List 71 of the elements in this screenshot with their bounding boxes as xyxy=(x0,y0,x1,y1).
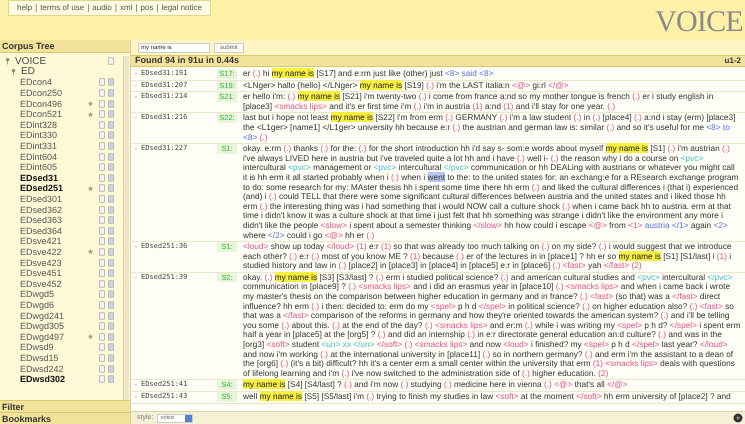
collapse-toggle[interactable]: - xyxy=(131,144,141,154)
utterance-text: my name is [S4] [S4/last] ? (.) and i'm now (.) studying (.) medicine here in vienna (.) <@> that's all </@> xyxy=(243,380,628,390)
expander-icon[interactable] xyxy=(4,57,11,66)
nav-link[interactable]: legal notice xyxy=(161,2,202,14)
nav-link[interactable]: help xyxy=(17,2,32,14)
utterance-text: okay. (.) my name is [S3] [S3/last] ? (.) erm i studied political science? (.) and american cultural studies and <pvc> intercultural </pvc> communication in [place9] ? (.) <smacks lips> and i did an erasmus year in [place10] (.) <smacks lips> and when i came back i wrote my master's thesis on the comparison between higher education in germany and in france? (.) <fast> (so that) was a </fast> direct influence? hh erm (.) i then: decided to: erm do my <spel> p h d </spel> in political science? (.) on higher education also? (.) <fast> so that was a </fast> comparison of the reforms in germany and how they're oriented towards the american system? (.) and i'll be telling you some (.) about this. (.) at the end of the day? (.) <smacks lips> and er:m (.) while i was writing my <spel> p h d? </spel> i spent erm half a year in [place5] at the [org5] ? (.) and did an internship (.) in e:r directorate general education an:d culture? (.) and was in the [org3] <soft> student <un> xx </un> </soft> (.) <smacks lips> and now <loud> i finished? my <spel> p h d </spel> last year? </loud> and now i'm working (.) at the international university in [place11] (.) so in northern germany? (.) and erm i'm the assistant to a dean of the [org6] (.) (it's a bit) difficult? hh it's a center erm a small center within the university that erm (1) <smacks lips> deals with questions of lifelong learning and i'm (.) i've now switched to the administration side of (.) higher education. (2) xyxy=(243,272,742,378)
tree-item[interactable]: EDint328 xyxy=(16,120,85,130)
tree-item[interactable]: EDcon521 xyxy=(16,109,85,120)
tree-item[interactable]: EDwgd305 xyxy=(16,321,85,332)
tree-item[interactable]: EDint604 xyxy=(16,152,85,162)
results-summary: Found 94 in 91u in 0.44s xyxy=(135,54,240,68)
collapse-toggle[interactable]: - xyxy=(131,380,141,390)
panel-header[interactable]: Filter xyxy=(0,400,130,412)
separator: | xyxy=(156,2,158,14)
tree-item[interactable]: EDwsd15 xyxy=(16,352,85,363)
tree-item[interactable]: EDsve422 xyxy=(16,246,85,257)
separator: | xyxy=(35,2,38,14)
nav-link[interactable]: pos xyxy=(140,2,154,14)
page-range: u1-2 xyxy=(724,55,741,67)
tree-item[interactable]: EDint330 xyxy=(16,130,85,140)
tree-item[interactable]: EDwsd9 xyxy=(16,342,85,352)
tree-item[interactable]: EDsve421 xyxy=(16,236,85,246)
panel-header[interactable]: Bookmarks xyxy=(0,412,130,424)
utterance-text: okay. e:rm (.) thanks (.) for the: (.) for the short introduction hh i'd say s- som:e words about myself my name is [S1] (.) i'm austrian (.) i've always LIVED here in austria but i've traveled quite a lot hh and i have (.) well i- (.) the reason why i do a course on <pvc> intercultural <pvc> management or <pvc> intercultural </pvc> communication or hh DEALing with austrians or whatever you might call it is hh erm it all started probably when i (.) when i went to the: to the united states for: an exchang:e for a REsearch exchange program to do: some research for my: MAster thesis hh i spent some time there hh erm (.) and liked the cultural differences i (that i) experienced (and) i (.) could TELL that there were some significant cultural differences between austria and the united states and i liked those hh erm (.) the interesting thing was i had something that i would NOW call a culture shock (.) when i came back hh to austria. erm at that time i didn't know it was a culture shock at that time i just felt that hh something was strange i didn't like the environment any more i didn't like the people <slow> i spent about a semester thinking </slow> hh how could i escape <@> from <1> austria </1> again <2> where </2> could i go <@> hh er (.) xyxy=(243,144,740,240)
tree-item[interactable]: EDcon250 xyxy=(16,88,85,98)
expander-icon[interactable] xyxy=(10,68,17,76)
tree-item[interactable]: VOICE xyxy=(15,56,107,67)
tree-item[interactable]: EDsed363 xyxy=(16,215,85,226)
tree-item[interactable]: EDsve452 xyxy=(16,278,85,289)
tree-item[interactable]: EDsve423 xyxy=(16,258,85,268)
utterance-text: er hello i'm: (.) my name is [S21] i'm twenty-two (.) i come from france a:nd so my mother tongue is french (.) er i study english in [place3] <smacks lips> and it's er first time i'm (.) i'm in austria (1) a:nd (1) and i'll stay for one year. (.) xyxy=(243,92,714,112)
separator: | xyxy=(135,2,138,14)
utterance-text: well my name is [S5] [S5/last] i'm (.) trying to finish my studies in law <soft> at the moment </soft> hh erm university of [place2] ? and xyxy=(243,392,732,402)
scrollbar[interactable] xyxy=(123,56,129,400)
utterance-text: er (.) hi my name is [S17] and e:rm just like (other) just <8> said <8> xyxy=(243,69,494,79)
nav-link[interactable]: xml xyxy=(120,2,132,14)
tree-item[interactable]: EDwgd6 xyxy=(16,300,85,310)
tree-item[interactable]: EDwsd242 xyxy=(16,364,85,374)
tree-item[interactable]: EDsed31 xyxy=(16,172,85,183)
tree-item[interactable]: EDsed364 xyxy=(16,226,85,236)
collapse-toggle[interactable]: - xyxy=(131,69,141,79)
utterance-text: <loud> show up today </loud> (1) e:r (1) so that was already too much talking on (.) on my side? (.) i would suggest that we introduce each other? (.) e:r (.) most of you know ME ? (1) because (.) er of the lectures in in [place1] ? hh er so my name is [S1] [S1/last] i (1) i studied history and law in (.) [place2] in [place3] in [place4] in [place5] e:r in [place6] (.) <fast> yah </fast> (2) xyxy=(243,242,733,271)
utterance-text: <LNger> hallo {hello} </LNger> my name is [S19] (.) i'm the LAST italia:n <@> gi:rl </@> xyxy=(243,80,570,90)
separator: | xyxy=(87,2,90,14)
tree-item[interactable]: EDint605 xyxy=(16,162,85,172)
utterance-text: last but i hope not least my name is [S22] i'm from erm (.) GERMANY (.) i'm a law student (.) in (.) [place4] (.) a:nd i stay (erm) [place3] the <L1ger> [name1] </L1ger> university hh because e:r (.) the austrian and german law is: similar (.) and so it's useful for me <8> to <8> (.) xyxy=(243,113,736,142)
tree-item[interactable]: EDsve451 xyxy=(16,268,85,278)
tree-item[interactable]: EDint331 xyxy=(16,141,85,152)
nav-link[interactable]: audio xyxy=(92,2,112,14)
document-icon xyxy=(107,57,115,66)
tree-item[interactable]: EDcon496 xyxy=(16,98,85,109)
nav-link[interactable]: terms of use xyxy=(40,2,84,14)
collapse-toggle[interactable]: - xyxy=(131,242,141,252)
tree-item[interactable]: EDwgd497 xyxy=(16,332,85,342)
collapse-toggle[interactable]: - xyxy=(131,92,141,102)
logo: VOICE xyxy=(655,6,743,38)
tree-item[interactable]: EDsed251 xyxy=(16,183,85,194)
tree-item[interactable]: EDsed362 xyxy=(16,204,85,215)
tree-item[interactable]: ED xyxy=(21,66,123,78)
tree-item[interactable]: EDwsd302 xyxy=(16,374,85,384)
tree-item[interactable]: EDsed301 xyxy=(16,194,85,204)
tree-item[interactable]: EDwgd5 xyxy=(16,289,85,300)
collapse-toggle[interactable]: - xyxy=(131,113,141,123)
collapse-toggle[interactable]: - xyxy=(131,272,141,282)
round-icon xyxy=(733,413,743,423)
separator: | xyxy=(114,2,117,14)
tree-item[interactable]: EDcon4 xyxy=(16,77,85,88)
collapse-toggle[interactable]: - xyxy=(131,392,141,402)
collapse-toggle[interactable]: - xyxy=(131,80,141,90)
panel-header: Corpus Tree xyxy=(0,40,130,53)
tree-item[interactable]: EDwgd241 xyxy=(16,310,85,321)
